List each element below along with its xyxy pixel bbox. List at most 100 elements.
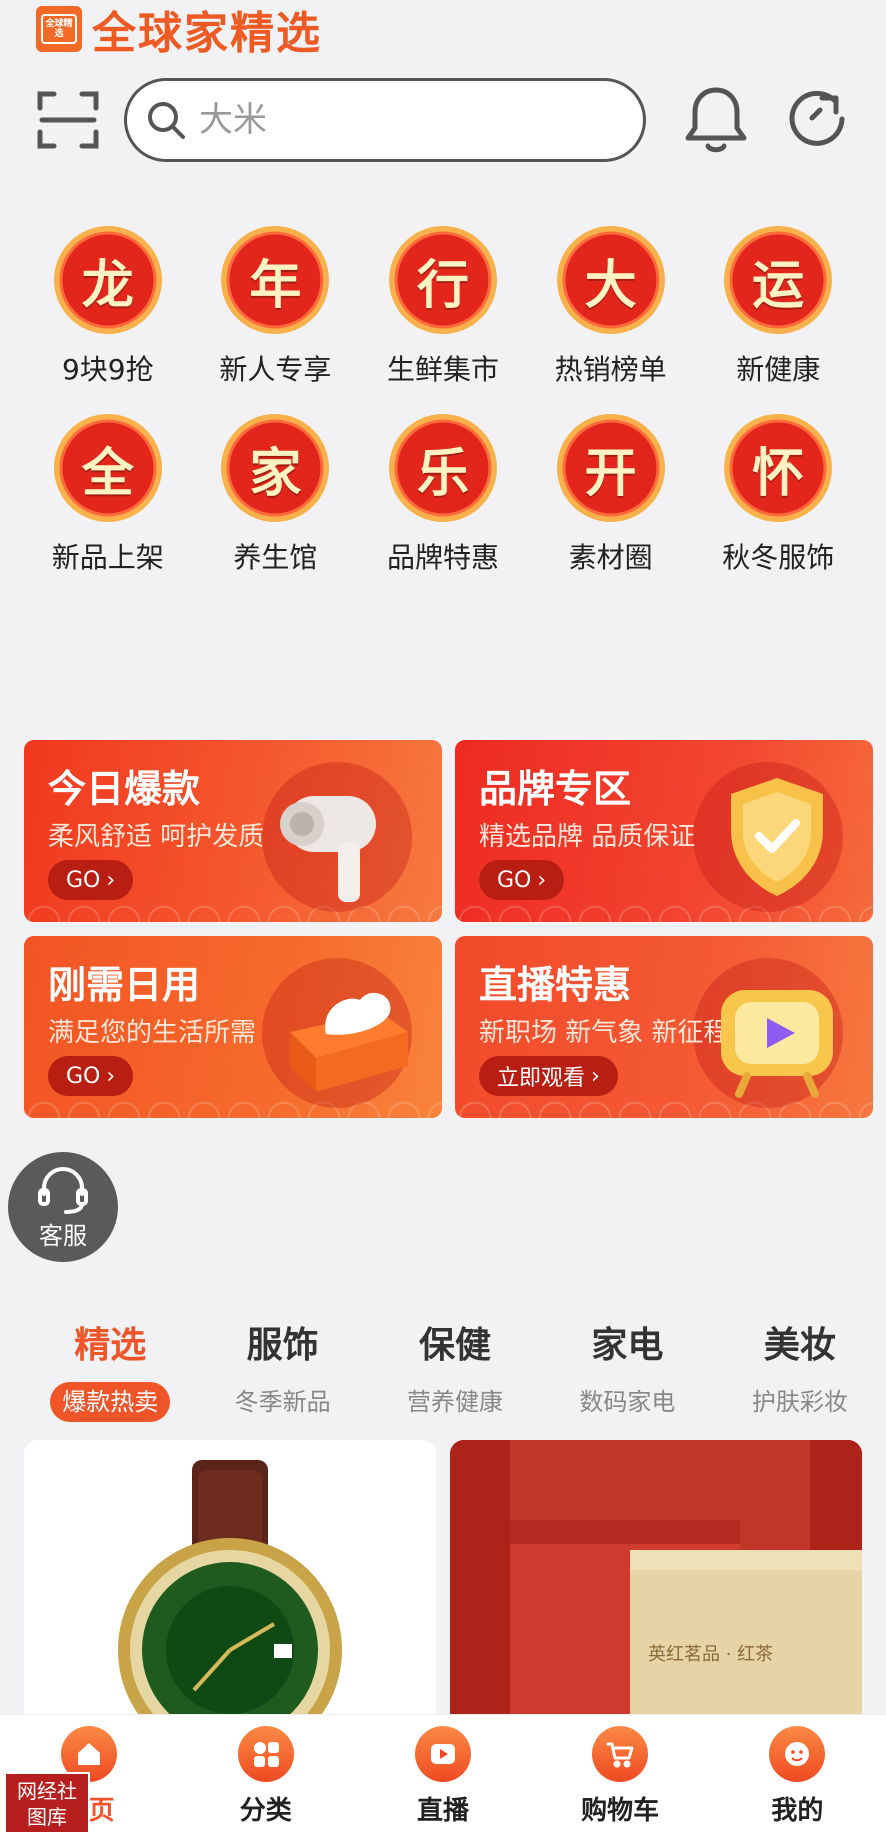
tv-play-icon <box>721 990 833 1098</box>
category-label: 新品上架 <box>51 541 164 574</box>
category-badge-char: 开 <box>584 443 637 504</box>
brand-title: 全球家精选 <box>92 8 322 59</box>
category-item[interactable]: 乐 品牌特惠 <box>359 412 527 576</box>
category-item[interactable]: 龙 9块9抢 <box>24 224 192 388</box>
nav-label: 直播 <box>416 1796 469 1826</box>
category-badge-char: 全 <box>81 443 134 504</box>
profile-icon <box>769 1726 826 1782</box>
product-card[interactable] <box>24 1440 436 1740</box>
promo-button-label: GO <box>66 1063 101 1089</box>
tab-subtitle: 数码家电 <box>579 1388 676 1416</box>
promo-subtitle: 柔风舒适 呵护发质 <box>48 822 265 852</box>
green-watch-image <box>118 1460 342 1740</box>
tissue-box-icon <box>290 992 408 1092</box>
category-grid: 龙 9块9抢 年 新人专享 行 生鲜集市 大 热销榜单 运 新健康 全 新品上架… <box>24 224 862 576</box>
category-badge: 怀 <box>722 412 834 524</box>
promo-card-brand[interactable]: 品牌专区 精选品牌 品质保证 GO › <box>455 740 873 922</box>
customer-service-button[interactable]: 客服 <box>8 1152 118 1262</box>
nav-live[interactable]: 直播 <box>383 1726 503 1827</box>
nav-label: 分类 <box>239 1796 292 1826</box>
tab-apparel[interactable]: 服饰 冬季新品 <box>196 1316 368 1426</box>
category-badge: 运 <box>722 224 834 336</box>
tab-beauty[interactable]: 美妆 护肤彩妆 <box>714 1316 886 1426</box>
category-badge-char: 大 <box>584 255 637 316</box>
category-label: 生鲜集市 <box>386 353 499 386</box>
category-label: 热销榜单 <box>554 353 667 386</box>
tab-title: 保健 <box>419 1325 492 1366</box>
promo-title: 刚需日用 <box>48 963 201 1007</box>
category-item[interactable]: 怀 秋冬服饰 <box>694 412 862 576</box>
category-badge-char: 乐 <box>416 443 469 504</box>
chevron-right-icon: › <box>591 1063 600 1089</box>
category-label: 新人专享 <box>219 353 332 386</box>
nav-label: 我的 <box>771 1796 824 1826</box>
category-item[interactable]: 行 生鲜集市 <box>359 224 527 388</box>
category-item[interactable]: 大 热销榜单 <box>527 224 695 388</box>
tab-subtitle: 营养健康 <box>407 1388 504 1416</box>
chevron-right-icon: › <box>106 867 116 893</box>
promo-go-button[interactable]: GO › <box>48 860 134 900</box>
promo-title: 今日爆款 <box>48 767 201 811</box>
category-label: 秋冬服饰 <box>722 541 835 574</box>
history-button[interactable] <box>782 84 852 154</box>
promo-button-label: 立即观看 <box>497 1066 586 1091</box>
promo-go-button[interactable]: GO › <box>48 1056 134 1096</box>
promo-card-live[interactable]: 直播特惠 新职场 新气象 新征程 立即观看 › <box>455 936 873 1118</box>
brand-logo: 全球精选 <box>36 6 82 52</box>
tab-health[interactable]: 保健 营养健康 <box>369 1316 541 1426</box>
nav-category[interactable]: 分类 <box>206 1726 326 1827</box>
category-badge: 年 <box>219 224 331 336</box>
shield-check-icon <box>731 778 823 896</box>
category-label: 素材圈 <box>568 541 653 574</box>
watermark-logo: 网经社 图库 <box>4 1772 90 1834</box>
bell-icon <box>685 87 747 153</box>
category-badge-char: 龙 <box>81 255 134 316</box>
tab-subtitle: 冬季新品 <box>234 1388 331 1416</box>
watermark-line: 图库 <box>27 1805 67 1829</box>
scan-icon <box>37 91 99 149</box>
hair-dryer-icon <box>280 796 376 902</box>
promo-watch-button[interactable]: 立即观看 › <box>479 1056 618 1096</box>
promo-card-daily[interactable]: 刚需日用 满足您的生活所需 GO › <box>24 936 442 1118</box>
tab-appliances[interactable]: 家电 数码家电 <box>541 1316 713 1426</box>
live-play-icon <box>414 1726 471 1782</box>
nav-profile[interactable]: 我的 <box>737 1726 857 1827</box>
tea-box-label: 英红茗品 · 红茶 <box>648 1644 774 1665</box>
category-badge-char: 怀 <box>752 443 805 504</box>
category-item[interactable]: 年 新人专享 <box>192 224 360 388</box>
nav-label: 购物车 <box>581 1796 660 1826</box>
category-badge: 龙 <box>52 224 164 336</box>
promo-go-button[interactable]: GO › <box>479 860 565 900</box>
search-icon <box>148 102 185 139</box>
promo-subtitle: 精选品牌 品质保证 <box>479 822 696 852</box>
category-item[interactable]: 家 养生馆 <box>192 412 360 576</box>
tab-title: 服饰 <box>246 1325 319 1366</box>
notification-button[interactable] <box>682 84 750 156</box>
scan-button[interactable] <box>36 88 100 152</box>
category-item[interactable]: 运 新健康 <box>694 224 862 388</box>
tab-title: 美妆 <box>763 1325 836 1366</box>
category-item[interactable]: 全 新品上架 <box>24 412 192 576</box>
promo-button-label: GO <box>497 867 532 893</box>
category-item[interactable]: 开 素材圈 <box>527 412 695 576</box>
cart-icon <box>592 1726 649 1782</box>
customer-service-label: 客服 <box>39 1221 87 1250</box>
category-badge-char: 家 <box>249 443 302 504</box>
promo-card-hot[interactable]: 今日爆款 柔风舒适 呵护发质 GO › <box>24 740 442 922</box>
tab-featured[interactable]: 精选 爆款热卖 <box>24 1316 196 1426</box>
search-input[interactable] <box>199 100 619 140</box>
category-label: 新健康 <box>736 353 821 386</box>
promo-subtitle: 满足您的生活所需 <box>48 1018 257 1048</box>
search-bar[interactable] <box>124 78 646 162</box>
product-card[interactable]: 英红茗品 · 红茶 <box>450 1440 862 1740</box>
category-badge: 开 <box>555 412 667 524</box>
category-icon <box>237 1726 294 1782</box>
category-badge: 行 <box>387 224 499 336</box>
category-badge: 大 <box>555 224 667 336</box>
category-badge-char: 年 <box>249 255 302 316</box>
tab-title: 家电 <box>591 1325 664 1366</box>
headset-icon <box>38 1166 88 1214</box>
category-badge-char: 行 <box>416 255 469 316</box>
red-tea-gift-box-image <box>450 1440 862 1740</box>
nav-cart[interactable]: 购物车 <box>560 1726 680 1827</box>
